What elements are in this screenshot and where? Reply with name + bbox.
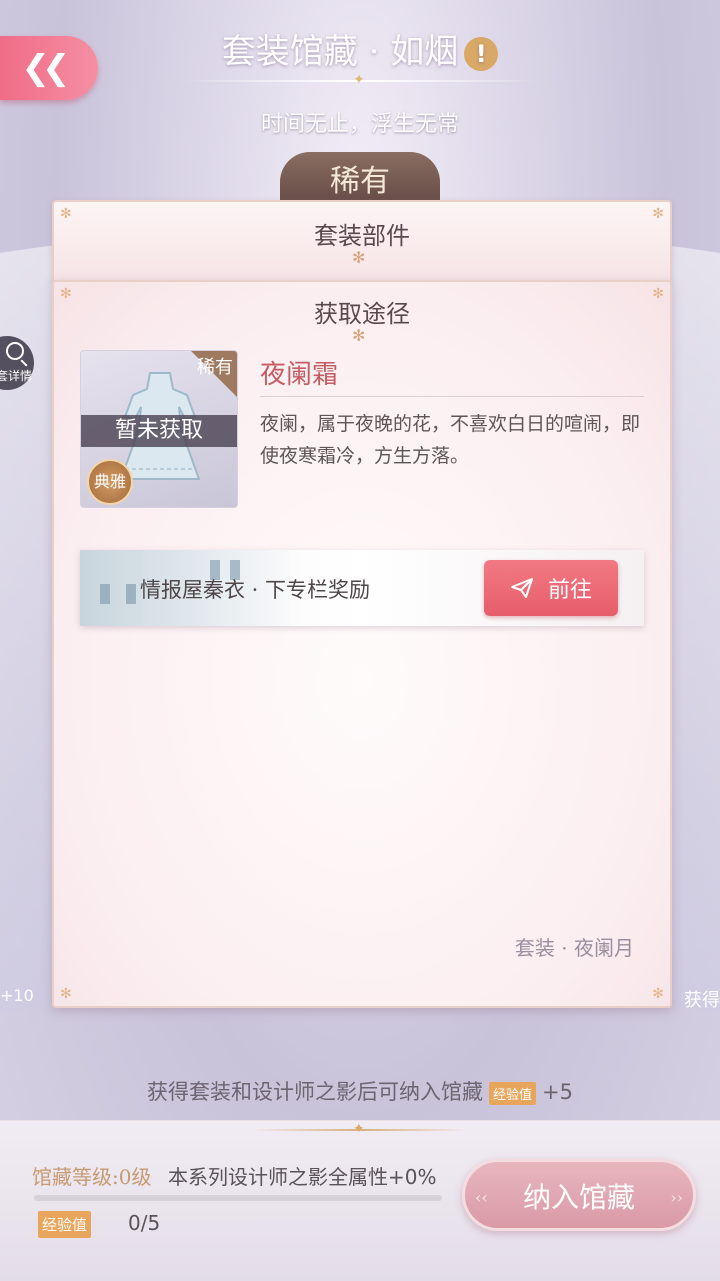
item-description: 夜阑，属于夜晚的花，不喜欢白日的喧闹，即使夜寒霜冷，方生方落。 (260, 413, 641, 467)
acquisition-panel: ✻ ✻ ✻ ✻ 获取途径 ✻ 稀有 暂未获取 典雅 夜阑霜 夜阑，属于夜晚的花，… (52, 280, 672, 1008)
side-right-text: 获得 (684, 990, 720, 1011)
suit-detail-label: 套详情 (0, 369, 32, 383)
page-subtitle: 时间无止，浮生无常 (260, 112, 459, 137)
collect-button[interactable]: ‹‹ 纳入馆藏 ›› (462, 1159, 696, 1231)
suit-parts-title: 套装部件 (314, 222, 410, 250)
style-badge: 典雅 (87, 459, 133, 505)
attribute-bonus: 本系列设计师之影全属性+0% (168, 1165, 437, 1189)
exp-reward: +5 (542, 1080, 573, 1104)
diamond-ornament-icon: ✦ (353, 1121, 365, 1137)
exp-badge: 经验值 (489, 1081, 537, 1105)
chevron-right-icon: ›› (670, 1188, 683, 1207)
snowflake-ornament-icon: ✻ (352, 248, 366, 267)
side-left-text: +10 (0, 986, 34, 1005)
item-status: 暂未获取 (81, 415, 237, 447)
footer-bar: ✦ 馆藏等级:0级 本系列设计师之影全属性+0% 经验值 0/5 ‹‹ 纳入馆藏… (0, 1120, 720, 1281)
snowflake-ornament-icon: ✻ (352, 326, 366, 345)
info-icon[interactable]: ! (464, 37, 499, 71)
collection-hint: 获得套装和设计师之影后可纳入馆藏 经验值 +5 (0, 1076, 720, 1106)
suit-name: 套装 · 夜阑月 (514, 936, 634, 960)
paper-plane-icon (510, 577, 534, 599)
snowflake-icon: ✻ (652, 986, 664, 1002)
collection-hint-text: 获得套装和设计师之影后可纳入馆藏 (147, 1080, 483, 1104)
route-source: 情报屋秦衣 · 下专栏奖励 (140, 578, 371, 602)
page-title-text: 套装馆藏 · 如烟 (221, 32, 459, 72)
page-title: 套装馆藏 · 如烟! (0, 24, 720, 73)
exp-progress-bar (34, 1195, 442, 1201)
item-name: 夜阑霜 (260, 360, 339, 390)
go-button[interactable]: 前往 (484, 560, 618, 616)
suit-parts-panel: ✻ ✻ 套装部件 ✻ (52, 200, 672, 284)
exp-label: 经验值 (38, 1211, 92, 1238)
go-button-label: 前往 (547, 578, 592, 603)
item-card[interactable]: 稀有 暂未获取 典雅 (80, 350, 238, 508)
item-rarity-label: 稀有 (197, 357, 233, 378)
collect-button-label: 纳入馆藏 (522, 1181, 635, 1214)
item-divider (260, 396, 644, 397)
magnifier-icon (6, 342, 24, 360)
snowflake-icon: ✻ (60, 986, 72, 1002)
exp-count: 0/5 (128, 1211, 161, 1235)
chevron-left-icon: ‹‹ (475, 1188, 488, 1207)
diamond-ornament-icon: ✦ (353, 72, 365, 88)
footer-divider: ✦ (250, 1121, 470, 1137)
acquisition-route-row: 情报屋秦衣 · 下专栏奖励 前往 (80, 550, 644, 626)
acquisition-title: 获取途径 (314, 300, 410, 328)
header-divider: ✦ (180, 73, 540, 87)
collection-level: 馆藏等级:0级 (32, 1165, 152, 1189)
